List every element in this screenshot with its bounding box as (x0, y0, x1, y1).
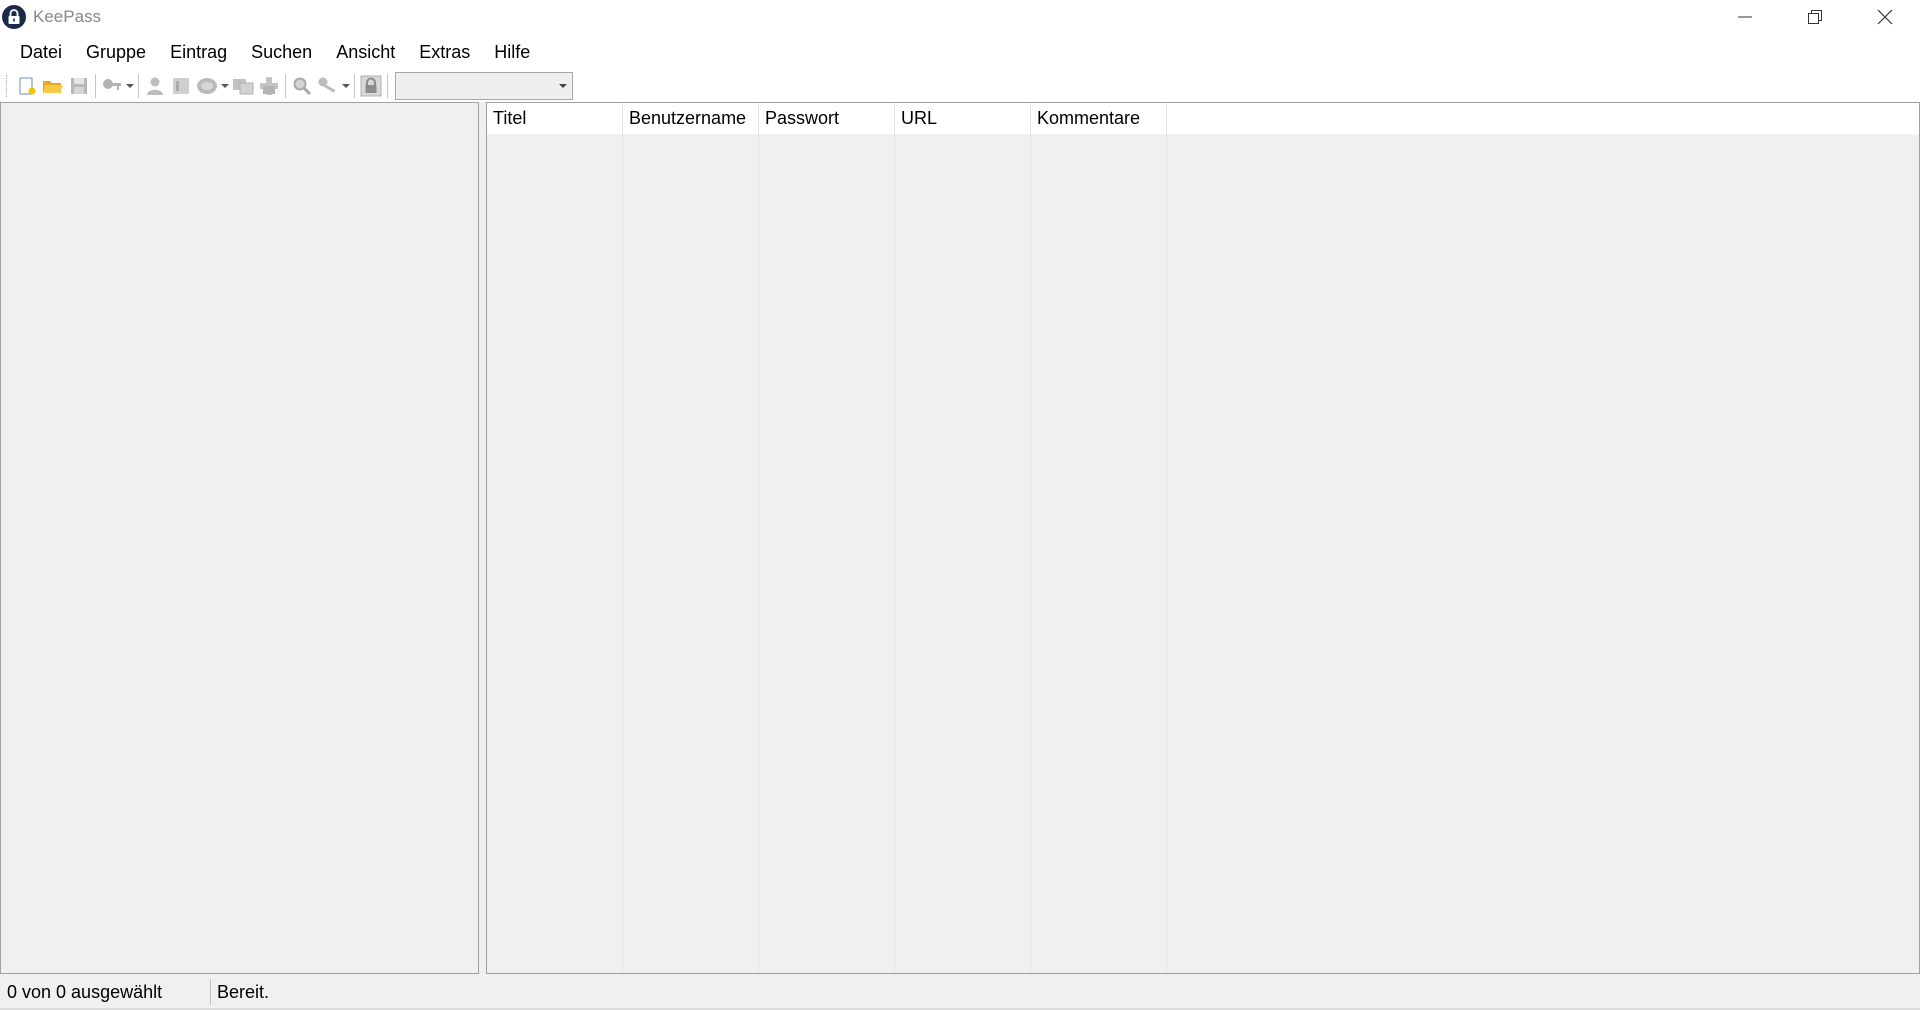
entry-list-header: Titel Benutzername Passwort URL Kommenta… (487, 103, 1919, 134)
menu-extras[interactable]: Extras (407, 34, 482, 70)
minimize-button[interactable] (1710, 0, 1780, 34)
open-url-button[interactable] (194, 73, 220, 99)
toolbar (0, 70, 1920, 102)
column-header-passwort[interactable]: Passwort (759, 103, 895, 134)
status-message: Bereit. (217, 981, 270, 1002)
globe-icon (197, 78, 217, 94)
password-copy-icon (173, 78, 189, 94)
restore-icon (1808, 10, 1822, 24)
add-entry-dropdown[interactable] (125, 73, 135, 99)
column-header-benutzername[interactable]: Benutzername (623, 103, 759, 134)
menu-ansicht[interactable]: Ansicht (324, 34, 407, 70)
chevron-down-icon (342, 83, 350, 88)
search-icon (293, 77, 312, 96)
menu-hilfe[interactable]: Hilfe (482, 34, 542, 70)
user-icon (147, 77, 163, 95)
status-selection-count: 0 von 0 ausgewählt (0, 979, 211, 1005)
open-folder-icon (43, 81, 63, 93)
menu-bar: Datei Gruppe Eintrag Suchen Ansicht Extr… (0, 34, 1920, 70)
column-header-kommentare[interactable]: Kommentare (1031, 103, 1167, 134)
column-gridline (1166, 134, 1167, 973)
key-ring-icon (318, 77, 336, 93)
entry-list-panel[interactable]: Titel Benutzername Passwort URL Kommenta… (486, 102, 1920, 974)
window-title: KeePass (33, 7, 102, 26)
entry-views-dropdown[interactable] (341, 73, 351, 99)
key-icon (103, 79, 121, 90)
find-button[interactable] (289, 73, 315, 99)
lock-workspace-button[interactable] (358, 73, 384, 99)
save-database-button[interactable] (66, 73, 92, 99)
toolbar-separator (95, 74, 96, 98)
column-gridline (1030, 134, 1031, 973)
entry-views-button[interactable] (315, 73, 341, 99)
toolbar-grip[interactable] (6, 75, 10, 97)
chevron-down-icon (221, 83, 229, 88)
menu-datei[interactable]: Datei (8, 34, 74, 70)
group-tree-panel[interactable] (0, 102, 479, 974)
auto-type-icon (260, 77, 278, 95)
column-gridline (758, 134, 759, 973)
chevron-down-icon (559, 84, 567, 88)
close-button[interactable] (1850, 0, 1920, 34)
open-database-button[interactable] (40, 73, 66, 99)
column-header-url[interactable]: URL (895, 103, 1031, 134)
new-database-button[interactable] (14, 73, 40, 99)
column-gridline (622, 134, 623, 973)
menu-eintrag[interactable]: Eintrag (158, 34, 239, 70)
minimize-icon (1738, 16, 1752, 18)
copy-username-button[interactable] (142, 73, 168, 99)
menu-gruppe[interactable]: Gruppe (74, 34, 158, 70)
title-bar: KeePass (0, 0, 1920, 34)
status-bar: 0 von 0 ausgewählt Bereit. (0, 974, 1920, 1010)
column-header-titel[interactable]: Titel (487, 103, 623, 134)
lock-icon (360, 75, 382, 97)
restore-button[interactable] (1780, 0, 1850, 34)
keepass-lock-icon (2, 5, 26, 29)
menu-suchen[interactable]: Suchen (239, 34, 324, 70)
copy-windows-icon (233, 79, 254, 95)
sync-button[interactable] (230, 73, 256, 99)
new-database-icon (19, 77, 36, 95)
quick-search-combobox[interactable] (395, 72, 573, 100)
toolbar-separator (138, 74, 139, 98)
chevron-down-icon (126, 83, 134, 88)
add-entry-button[interactable] (99, 73, 125, 99)
toolbar-separator (285, 74, 286, 98)
save-disk-icon (71, 78, 87, 94)
copy-password-button[interactable] (168, 73, 194, 99)
column-gridline (894, 134, 895, 973)
perform-auto-type-button[interactable] (256, 73, 282, 99)
open-url-dropdown[interactable] (220, 73, 230, 99)
close-icon (1877, 9, 1893, 25)
toolbar-separator (354, 74, 355, 98)
toolbar-separator (387, 74, 388, 98)
